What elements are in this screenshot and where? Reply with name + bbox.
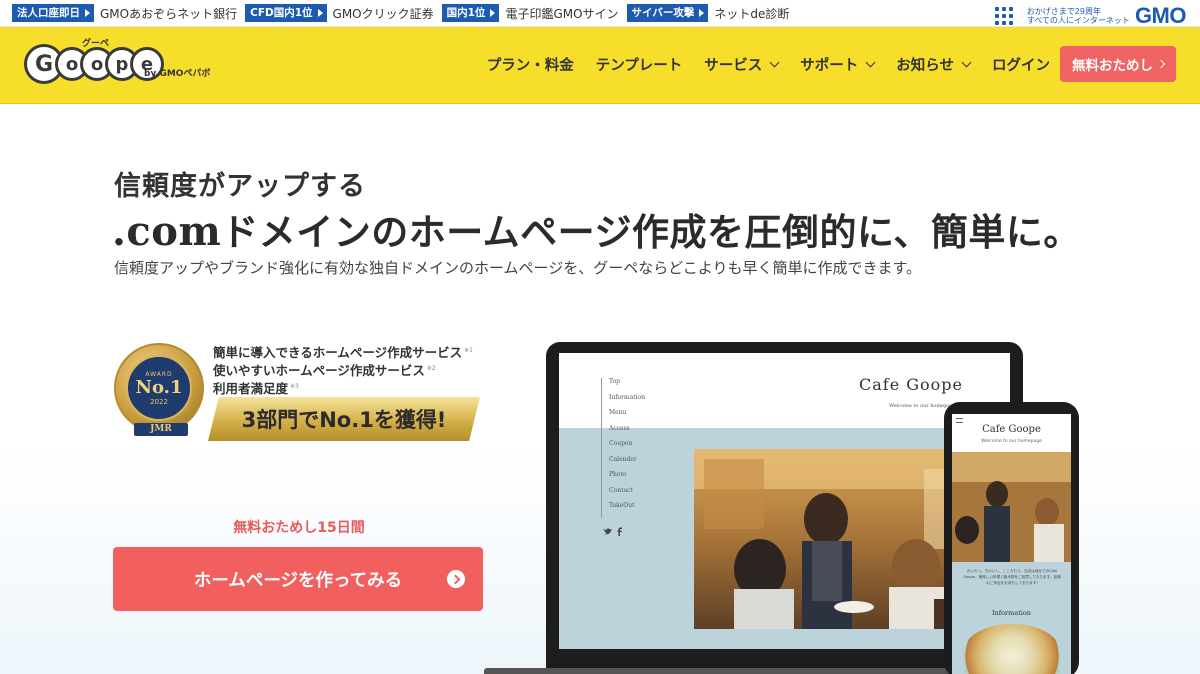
award-note: ※2	[426, 365, 436, 373]
gmo-link-net-de-shindan[interactable]: サイバー攻撃 ネットde診断	[626, 4, 790, 22]
mock-menu-item: Top	[609, 378, 620, 385]
award-category-text: 簡単に導入できるホームページ作成サービス	[213, 345, 463, 361]
gmo-link-sign[interactable]: 国内1位 電子印鑑GMOサイン	[441, 4, 619, 22]
award-note: ※1	[464, 347, 473, 354]
nav-item-support[interactable]: サポート	[800, 54, 876, 75]
award-category: 簡単に導入できるホームページ作成サービス ※1	[213, 343, 473, 361]
nav-label: サービス	[704, 58, 763, 74]
chevron-right-icon	[1156, 59, 1166, 69]
gmo-link-tag: 国内1位	[441, 4, 500, 22]
gmo-service-links: 法人口座即日 GMOあおぞらネット銀行 CFD国内1位 GMOクリック証券 国内…	[12, 4, 797, 22]
mock-menu-item: Coupon	[609, 440, 633, 447]
phone-welcome: Welcome to our homepage	[981, 439, 1042, 444]
gmo-tagline-line2: すべての人にインターネット	[1026, 16, 1130, 25]
phone-intro-text: おいらっ。ちわいし、こころもう。当店は地元でのCafe Goope。美味しい料理…	[963, 569, 1061, 585]
create-homepage-button[interactable]: ホームページを作ってみる	[113, 547, 483, 611]
mock-menu-item: Contact	[609, 486, 633, 494]
hero-title-com: .com	[112, 208, 222, 255]
goope-logo[interactable]: グーペ G o o p e by GMOペパボ	[24, 37, 234, 93]
twitter-icon	[603, 527, 622, 536]
gmo-tagline: おかげさまで29周年 すべての人にインターネット	[1027, 7, 1130, 25]
gmo-group-bar: 法人口座即日 GMOあおぞらネット銀行 CFD国内1位 GMOクリック証券 国内…	[0, 0, 1200, 29]
award-category-text: 使いやすいホームページ作成サービス	[213, 363, 425, 379]
phone-cafe-image	[952, 452, 1071, 562]
mock-menu-item: Access	[609, 424, 630, 432]
phone-screen: Cafe Goope Welcome to our homepage おいらっ。…	[952, 414, 1071, 674]
trial-days-label: 無料おためし15日間	[233, 520, 365, 536]
phone-food-photo	[964, 624, 1060, 674]
award-category: 使いやすいホームページ作成サービス ※2	[213, 361, 473, 379]
award-banner: 3部門でNo.1を獲得!	[208, 397, 480, 441]
medal-year-text: 2022	[150, 397, 168, 406]
hero-sub-lead: 信頼度がアップする	[114, 171, 366, 202]
nav-item-templates[interactable]: テンプレート	[596, 54, 683, 75]
nav-label: お知らせ	[896, 58, 954, 74]
medal-jmr-logo: JMR	[134, 423, 188, 436]
free-trial-button[interactable]: 無料おためし	[1060, 46, 1176, 82]
chevron-down-icon	[961, 57, 972, 68]
chevron-down-icon	[865, 57, 876, 68]
gmo-group-logo-area[interactable]: おかげさまで29周年 すべての人にインターネット GMO	[994, 3, 1187, 29]
mock-menu-item: TakeOut	[609, 502, 635, 509]
gmo-link-tag: 法人口座即日	[12, 4, 94, 22]
mock-menu-item: Calender	[609, 455, 637, 463]
nav-label: ログイン	[992, 58, 1050, 74]
mock-menu-item: Photo	[609, 471, 627, 478]
brand-logo-mark: G o o p e	[24, 44, 164, 84]
mock-menu-item: Information	[609, 393, 646, 401]
award-note: ※3	[290, 383, 299, 391]
laptop-base	[484, 668, 1004, 674]
gmo-services-grid-icon[interactable]	[994, 7, 1013, 25]
laptop-screen: Top Information Menu Access Coupon Calen…	[559, 353, 1010, 649]
gmo-logo[interactable]: GMO	[1135, 3, 1187, 29]
main-nav: プラン・料金 テンプレート サービス サポート お知らせ ログイン	[465, 54, 1050, 75]
gmo-link-text: GMOクリック証券	[332, 6, 434, 21]
phone-site-title: Cafe Goope	[982, 424, 1041, 435]
medal-no1-text: No.1	[135, 376, 183, 398]
phone-info-heading: Information	[991, 609, 1031, 617]
phone-mockup: Cafe Goope Welcome to our homepage おいらっ。…	[944, 402, 1079, 674]
gmo-link-click-securities[interactable]: CFD国内1位 GMOクリック証券	[245, 4, 434, 22]
nav-label: サポート	[800, 58, 859, 74]
nav-item-services[interactable]: サービス	[704, 54, 780, 75]
hero-section: 信頼度がアップする .comドメインのホームページ作成を圧倒的に、簡単に。 信頼…	[0, 104, 1200, 674]
chevron-down-icon	[769, 57, 780, 68]
facebook-icon	[617, 527, 622, 536]
gmo-tagline-line1: おかげさまで29周年	[1026, 7, 1101, 16]
nav-label: テンプレート	[595, 58, 683, 74]
brand-by-pepabo: by GMOペパボ	[144, 69, 211, 79]
gmo-link-tag: CFD国内1位	[245, 4, 327, 22]
hero-title: .comドメインのホームページ作成を圧倒的に、簡単に。	[112, 202, 1081, 256]
free-trial-label: 無料おためし	[1072, 58, 1153, 74]
gmo-link-aozora[interactable]: 法人口座即日 GMOあおぞらネット銀行	[12, 4, 237, 22]
nav-item-news[interactable]: お知らせ	[896, 54, 972, 75]
mock-social-icons	[603, 527, 627, 540]
nav-item-login[interactable]: ログイン	[992, 54, 1050, 75]
hamburger-menu-icon	[956, 418, 963, 423]
award-medal-icon: AWARD No.1 2022 JMR	[114, 343, 204, 436]
arrow-right-circle-icon	[447, 570, 465, 588]
cta-label: ホームページを作ってみる	[193, 570, 403, 591]
gmo-link-tag: サイバー攻撃	[626, 4, 709, 22]
mock-menu: Top Information Menu Access Coupon Calen…	[601, 378, 645, 518]
hero-title-rest: ドメインのホームページ作成を圧倒的に、簡単に。	[221, 211, 1081, 254]
award-category-text: 利用者満足度	[213, 381, 289, 397]
gmo-link-text: 電子印鑑GMOサイン	[505, 6, 619, 21]
award-category: 利用者満足度 ※3	[213, 379, 473, 397]
gmo-link-text: ネットde診断	[714, 6, 790, 21]
mock-menu-item: Menu	[609, 409, 627, 416]
gmo-link-text: GMOあおぞらネット銀行	[100, 6, 238, 21]
site-header: グーペ G o o p e by GMOペパボ プラン・料金 テンプレート サー…	[0, 27, 1200, 104]
mock-site-title: Cafe Goope	[859, 375, 964, 394]
award-categories: 簡単に導入できるホームページ作成サービス ※1 使いやすいホームページ作成サービス…	[213, 343, 473, 397]
phone-cafe-photo	[952, 452, 1071, 562]
nav-label: プラン・料金	[486, 58, 574, 74]
hero-description: 信頼度アップやブランド強化に有効な独自ドメインのホームページを、グーペならどこよ…	[114, 259, 922, 277]
nav-item-plans[interactable]: プラン・料金	[487, 54, 574, 75]
